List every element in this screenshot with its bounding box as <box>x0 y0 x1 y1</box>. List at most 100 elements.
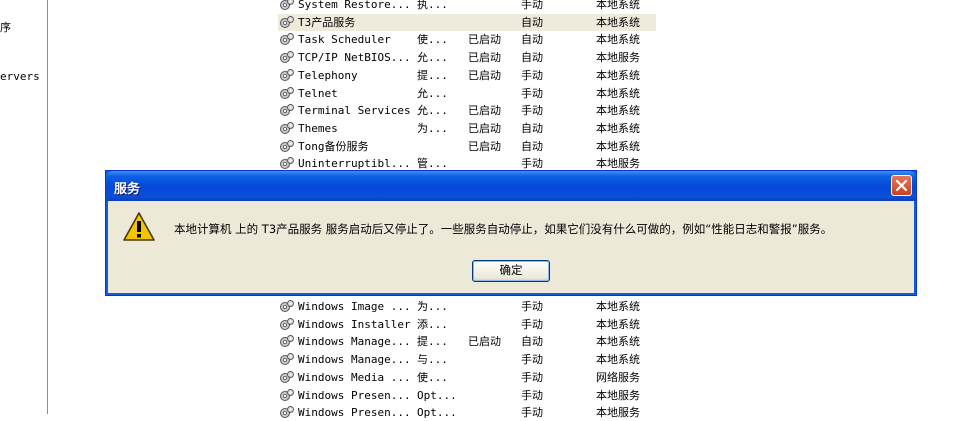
service-startup-type: 自动 <box>521 33 543 47</box>
service-logon-as: 本地系统 <box>596 317 640 331</box>
close-icon <box>895 179 908 192</box>
service-gear-icon <box>280 68 294 81</box>
service-name: Windows Installer <box>298 317 411 331</box>
service-logon-as: 本地系统 <box>596 0 640 11</box>
service-row[interactable]: Windows Presen... Opt... 手动 本地服务 <box>278 387 656 404</box>
service-row[interactable]: Windows Image ... 为... 手动 本地系统 <box>278 298 656 315</box>
service-startup-type: 手动 <box>521 86 543 100</box>
service-startup-type: 自动 <box>521 15 543 29</box>
service-gear-icon <box>280 139 294 152</box>
service-gear-icon <box>280 370 294 383</box>
service-row[interactable]: Tong备份服务 已启动 自动 本地系统 <box>278 138 656 155</box>
service-description: 提... <box>417 68 448 82</box>
service-startup-type: 手动 <box>521 353 543 367</box>
dialog-title: 服务 <box>114 182 141 197</box>
service-name: Windows Manage... <box>298 353 411 367</box>
service-description: Opt... <box>417 406 457 420</box>
service-logon-as: 本地系统 <box>596 33 640 47</box>
service-description: 使... <box>417 33 448 47</box>
service-gear-icon <box>280 104 294 117</box>
service-row[interactable]: Windows Manage... 提... 已启动 自动 本地系统 <box>278 333 656 350</box>
service-row[interactable]: Telephony 提... 已启动 手动 本地系统 <box>278 67 656 84</box>
service-gear-icon <box>280 388 294 401</box>
service-startup-type: 手动 <box>521 68 543 82</box>
service-row[interactable]: T3产品服务 自动 本地系统 <box>278 13 656 31</box>
service-description: Opt... <box>417 388 457 402</box>
service-name: Themes <box>298 121 338 135</box>
warning-icon <box>123 212 155 241</box>
service-name: T3产品服务 <box>298 15 356 29</box>
service-name: Telnet <box>298 86 338 100</box>
service-status: 已启动 <box>468 121 501 135</box>
service-startup-type: 手动 <box>521 300 543 313</box>
service-logon-as: 本地系统 <box>596 15 640 29</box>
service-description: 使... <box>417 370 448 384</box>
service-gear-icon <box>280 406 294 419</box>
service-name: Windows Manage... <box>298 335 411 349</box>
service-name: Windows Presen... <box>298 406 411 420</box>
service-row[interactable]: Windows Presen... Opt... 手动 本地服务 <box>278 404 656 421</box>
close-button[interactable] <box>891 175 912 196</box>
service-row[interactable]: Windows Installer 添... 手动 本地系统 <box>278 316 656 333</box>
service-row[interactable]: TCP/IP NetBIOS... 允... 已启动 自动 本地服务 <box>278 49 656 66</box>
service-gear-icon <box>280 33 294 46</box>
service-startup-type: 手动 <box>521 104 543 118</box>
service-startup-type: 手动 <box>521 0 543 11</box>
service-status: 已启动 <box>468 335 501 349</box>
service-description: 为... <box>417 300 448 313</box>
service-row[interactable]: Themes 为... 已启动 自动 本地系统 <box>278 120 656 137</box>
service-status: 已启动 <box>468 51 501 65</box>
service-gear-icon <box>280 335 294 348</box>
service-name: Windows Presen... <box>298 388 411 402</box>
service-status: 已启动 <box>468 139 501 153</box>
service-row[interactable]: Telnet 允... 手动 本地系统 <box>278 85 656 102</box>
service-name: Task Scheduler <box>298 33 391 47</box>
service-description: 允... <box>417 104 448 118</box>
service-gear-icon <box>280 86 294 99</box>
service-startup-type: 手动 <box>521 317 543 331</box>
service-description: 与... <box>417 353 448 367</box>
service-logon-as: 本地系统 <box>596 335 640 349</box>
service-status: 已启动 <box>468 68 501 82</box>
service-status: 已启动 <box>468 33 501 47</box>
service-gear-icon <box>280 121 294 134</box>
service-logon-as: 本地服务 <box>596 388 640 402</box>
service-row[interactable]: System Restore... 执... 手动 本地系统 <box>278 0 656 13</box>
service-row[interactable]: Task Scheduler 使... 已启动 自动 本地系统 <box>278 31 656 48</box>
service-gear-icon <box>280 15 294 28</box>
service-row[interactable]: Terminal Services 允... 已启动 手动 本地系统 <box>278 102 656 119</box>
service-logon-as: 本地系统 <box>596 121 640 135</box>
service-logon-as: 本地系统 <box>596 104 640 118</box>
dialog-message: 本地计算机 上的 T3产品服务 服务启动后又停止了。一些服务自动停止，如果它们没… <box>174 222 833 236</box>
service-name: System Restore... <box>298 0 411 11</box>
service-name: Windows Media ... <box>298 370 411 384</box>
service-name: Telephony <box>298 68 358 82</box>
service-startup-type: 自动 <box>521 335 543 349</box>
service-startup-type: 自动 <box>521 51 543 65</box>
service-startup-type: 自动 <box>521 121 543 135</box>
service-name: Tong备份服务 <box>298 139 369 153</box>
service-gear-icon <box>280 300 294 312</box>
service-logon-as: 网络服务 <box>596 370 640 384</box>
service-logon-as: 本地服务 <box>596 51 640 65</box>
service-logon-as: 本地系统 <box>596 300 640 313</box>
service-row[interactable]: Windows Manage... 与... 手动 本地系统 <box>278 351 656 368</box>
service-logon-as: 本地服务 <box>596 406 640 420</box>
service-logon-as: 本地系统 <box>596 353 640 367</box>
service-description: 执... <box>417 0 448 11</box>
service-name: Windows Image ... <box>298 300 411 313</box>
service-gear-icon <box>280 51 294 64</box>
dialog-titlebar[interactable]: 服务 <box>106 171 916 201</box>
service-logon-as: 本地系统 <box>596 68 640 82</box>
ok-button[interactable]: 确定 <box>472 260 550 282</box>
service-logon-as: 本地系统 <box>596 86 640 100</box>
service-startup-type: 手动 <box>521 406 543 420</box>
service-gear-icon <box>280 353 294 366</box>
service-name: TCP/IP NetBIOS... <box>298 51 411 65</box>
service-row[interactable]: Windows Media ... 使... 手动 网络服务 <box>278 369 656 386</box>
service-description: 添... <box>417 317 448 331</box>
service-status: 已启动 <box>468 104 501 118</box>
service-description: 允... <box>417 86 448 100</box>
service-startup-type: 手动 <box>521 370 543 384</box>
service-gear-icon <box>280 0 294 10</box>
